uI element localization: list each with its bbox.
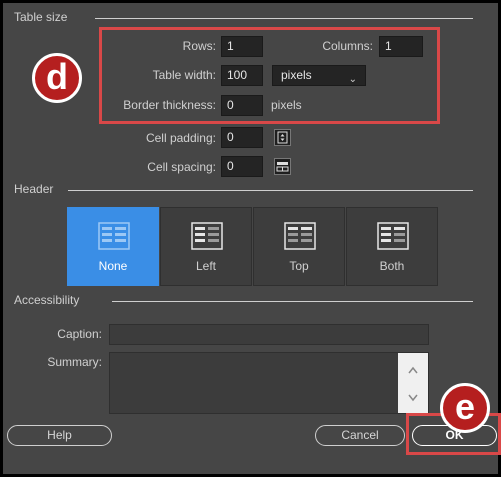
annotation-badge-d: d (32, 53, 82, 103)
summary-textarea[interactable] (109, 352, 429, 414)
summary-label: Summary: (47, 355, 102, 369)
cell-spacing-icon[interactable] (274, 158, 291, 175)
highlight-box-d (99, 27, 440, 124)
section-divider (68, 190, 473, 191)
header-option-both[interactable]: Both (346, 207, 438, 286)
cancel-button[interactable]: Cancel (315, 425, 405, 446)
scroll-down-icon (408, 394, 418, 402)
header-option-left[interactable]: Left (160, 207, 252, 286)
summary-scrollbar[interactable] (398, 353, 428, 413)
cell-padding-input[interactable]: 0 (221, 127, 263, 148)
section-divider (112, 301, 473, 302)
header-left-icon (191, 222, 223, 250)
cell-spacing-input[interactable]: 0 (221, 156, 263, 177)
header-option-none[interactable]: None (67, 207, 159, 286)
cell-padding-icon[interactable] (274, 129, 291, 146)
header-option-none-label: None (98, 259, 128, 273)
header-option-left-label: Left (195, 259, 216, 273)
cell-padding-label: Cell padding: (145, 131, 216, 145)
header-top-icon (284, 222, 316, 250)
caption-label: Caption: (57, 327, 102, 341)
cell-spacing-label: Cell spacing: (147, 160, 216, 174)
section-divider (95, 18, 473, 19)
header-both-icon (377, 222, 409, 250)
caption-input[interactable] (109, 324, 429, 345)
section-title-header: Header (14, 182, 60, 196)
scroll-up-icon (408, 366, 418, 374)
section-title-table-size: Table size (14, 10, 74, 24)
header-option-top-label: Top (289, 259, 309, 273)
section-title-accessibility: Accessibility (14, 293, 86, 307)
header-none-icon (98, 222, 130, 250)
header-option-top[interactable]: Top (253, 207, 345, 286)
help-button[interactable]: Help (7, 425, 112, 446)
annotation-badge-e: e (440, 383, 490, 433)
header-option-both-label: Both (379, 259, 405, 273)
